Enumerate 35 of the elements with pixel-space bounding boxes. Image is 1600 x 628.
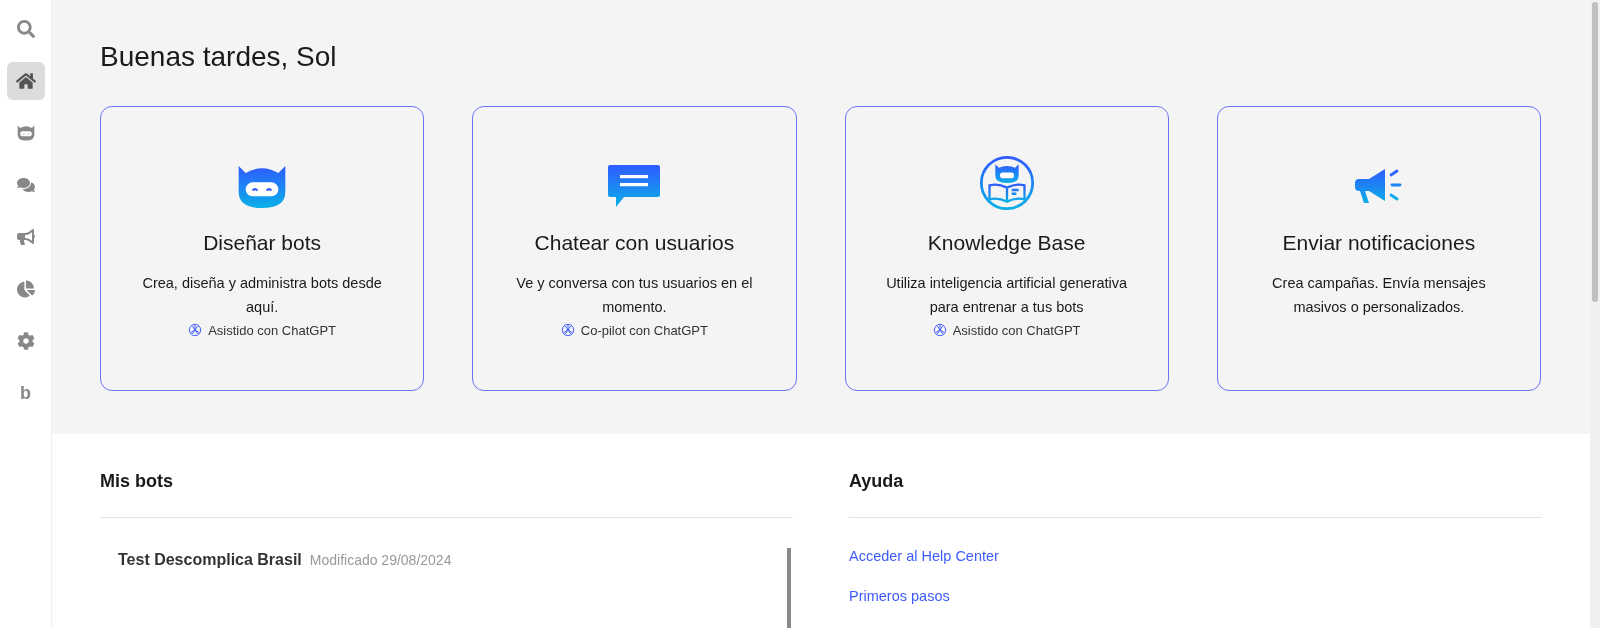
pie-chart-icon xyxy=(16,280,35,298)
sidebar-item[interactable] xyxy=(6,62,45,100)
section-title: Mis bots xyxy=(100,468,793,518)
search-icon xyxy=(16,20,35,38)
card-title: Diseñar bots xyxy=(203,230,322,256)
card-description: Ve y conversa con tus usuarios en el momento. xyxy=(515,273,754,317)
card-title: Chatear con usuarios xyxy=(534,230,735,256)
robot-icon xyxy=(15,124,36,142)
page-scrollbar[interactable] xyxy=(1590,0,1600,628)
card-title: Enviar notificaciones xyxy=(1282,230,1476,256)
card-description: Utiliza inteligencia artificial generativa para entrenar a tus bots xyxy=(885,273,1129,317)
feature-card[interactable]: Chatear con usuarios Ve y conversa con tus usuarios en el momento. Co-pilot con ChatGPT xyxy=(472,106,797,391)
sidebar-item[interactable]: b xyxy=(6,374,45,412)
feature-card[interactable]: Diseñar bots Crea, diseña y administra bots desde aquí. Asistido con ChatGPT xyxy=(100,106,425,391)
feature-card[interactable]: Knowledge Base Utiliza inteligencia artificial generativa para entrenar a tus bots Asistido con ChatGPT xyxy=(844,106,1169,391)
assist-label: Asistido con ChatGPT xyxy=(208,321,337,340)
settings-icon xyxy=(16,332,35,350)
assist-label: Asistido con ChatGPT xyxy=(952,321,1081,340)
assist-label: Co-pilot con ChatGPT xyxy=(580,321,708,340)
feature-card[interactable]: Enviar notificaciones Crea campañas. Envía mensajes masivos o personalizados. xyxy=(1216,106,1541,391)
card-description: Crea, diseña y administra bots desde aquí. xyxy=(141,273,383,317)
help-link[interactable]: Primeros pasos xyxy=(849,585,950,608)
bot-name: Test Descomplica Brasil xyxy=(118,550,302,570)
section-title: Ayuda xyxy=(849,468,1542,518)
card-description: Crea campañas. Envía mensajes masivos o personalizados. xyxy=(1271,273,1487,317)
robot-reading-book-icon xyxy=(978,155,1035,211)
megaphone-icon xyxy=(16,228,35,246)
bot-modified-date: Modificado 29/08/2024 xyxy=(309,551,452,570)
greeting-heading: Buenas tardes, Sol xyxy=(100,40,338,74)
home-icon xyxy=(15,71,36,91)
help-link[interactable]: Acceder al Help Center xyxy=(849,546,999,568)
card-title: Knowledge Base xyxy=(927,230,1086,256)
scrollbar-thumb[interactable] xyxy=(787,548,791,628)
bot-row[interactable]: Test Descomplica Brasil Modificado 29/08/2024 xyxy=(118,548,787,572)
chat-bubbles-icon xyxy=(16,176,35,194)
